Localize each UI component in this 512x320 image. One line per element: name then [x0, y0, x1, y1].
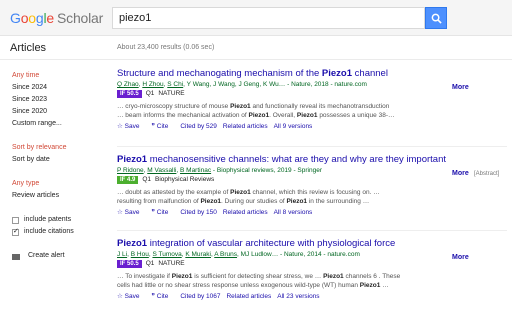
author-link[interactable]: S Tumova [152, 251, 181, 258]
create-alert-link[interactable]: Create alert [28, 252, 65, 259]
subheader-bar [0, 36, 512, 60]
header-bar: Google Scholar piezo1 [0, 0, 512, 36]
journal-meta: IF 50.5 Q1 NATURE [117, 260, 507, 270]
journal-name: NATURE [158, 90, 185, 97]
journal-meta: IF 50.5 Q1 NATURE [117, 90, 507, 100]
divider [117, 146, 507, 147]
author-link[interactable]: J Li [117, 251, 127, 258]
result-title[interactable]: Piezo1 mechanosensitive channels: what a… [117, 154, 507, 165]
result-title[interactable]: Structure and mechanogating mechanism of… [117, 68, 507, 79]
author-link[interactable]: H Zhou [142, 81, 163, 88]
logo-google: Google [10, 10, 54, 26]
sort-by-date[interactable]: Sort by date [12, 156, 50, 163]
result-authors: P Ridone, M Vassalli, B Martinac - Bioph… [117, 167, 323, 174]
result-authors: Q Zhao, H Zhou, S Chi, Y Wang, J Wang, J… [117, 81, 367, 88]
author-link[interactable]: B Martinac [180, 167, 211, 174]
logo-scholar: Scholar [57, 10, 104, 26]
impact-factor-badge: IF 4.9 [117, 176, 139, 184]
quartile-label: Q1 [145, 90, 155, 97]
result-title[interactable]: Piezo1 integration of vascular architect… [117, 238, 507, 249]
related-articles-link[interactable]: Related articles [223, 123, 268, 130]
result-snippet: … To investigate if Piezo1 is sufficient… [117, 273, 401, 289]
result-item: Piezo1 integration of vascular architect… [117, 238, 507, 300]
filter-review-articles[interactable]: Review articles [12, 192, 59, 199]
include-patents-label: include patents [24, 216, 72, 223]
include-citations-label: include citations [24, 228, 74, 235]
author-link[interactable]: B Hou [131, 251, 149, 258]
filter-since-2023[interactable]: Since 2023 [12, 96, 47, 103]
journal-name: Biophysical Reviews [155, 176, 215, 183]
more-button[interactable]: More [452, 84, 469, 91]
cited-by-link[interactable]: Cited by 1067 [180, 293, 220, 300]
quartile-label: Q1 [145, 260, 155, 267]
search-input[interactable]: piezo1 [112, 7, 425, 29]
divider [117, 230, 507, 231]
cited-by-link[interactable]: Cited by 150 [180, 209, 217, 216]
cited-by-link[interactable]: Cited by 529 [180, 123, 217, 130]
result-item: Structure and mechanogating mechanism of… [117, 68, 507, 130]
result-actions: ☆ Save ❞ Cite Cited by 150 Related articles… [117, 208, 507, 216]
result-item: Piezo1 mechanosensitive channels: what a… [117, 154, 507, 216]
author-link[interactable]: S Chi [167, 81, 183, 88]
search-icon [431, 13, 442, 24]
filter-custom-range[interactable]: Custom range... [12, 120, 62, 127]
author-link[interactable]: M Vassalli [147, 167, 176, 174]
journal-name: NATURE [158, 260, 185, 267]
all-versions-link[interactable]: All 9 versions [274, 123, 313, 130]
impact-factor-badge: IF 50.5 [117, 260, 142, 268]
result-actions: ☆ Save ❞ Cite Cited by 1067 Related article… [117, 292, 507, 300]
more-button[interactable]: More [452, 254, 469, 261]
result-actions: ☆ Save ❞ Cite Cited by 529 Related articles… [117, 122, 507, 130]
cite-button[interactable]: ❞ Cite [151, 123, 174, 130]
articles-heading: Articles [10, 42, 47, 54]
related-articles-link[interactable]: Related articles [223, 209, 268, 216]
filter-since-2024[interactable]: Since 2024 [12, 84, 47, 91]
save-button[interactable]: ☆ Save [117, 293, 145, 300]
all-versions-link[interactable]: All 23 versions [277, 293, 319, 300]
save-button[interactable]: ☆ Save [117, 209, 145, 216]
cite-button[interactable]: ❞ Cite [151, 209, 174, 216]
include-patents-checkbox[interactable] [12, 217, 19, 224]
sort-by-relevance[interactable]: Sort by relevance [12, 144, 66, 151]
save-button[interactable]: ☆ Save [117, 123, 145, 130]
journal-meta: IF 4.9 Q1 Biophysical Reviews [117, 176, 507, 186]
results-count: About 23,400 results (0.06 sec) [117, 44, 215, 51]
google-scholar-logo[interactable]: Google Scholar [10, 10, 103, 26]
quartile-label: Q1 [142, 176, 152, 183]
filter-any-type[interactable]: Any type [12, 180, 39, 187]
cite-button[interactable]: ❞ Cite [151, 293, 174, 300]
related-articles-link[interactable]: Related articles [226, 293, 271, 300]
author-link[interactable]: K Muraki [185, 251, 211, 258]
impact-factor-badge: IF 50.5 [117, 90, 142, 98]
author-link[interactable]: P Ridone [117, 167, 144, 174]
abstract-label: [Abstract] [474, 171, 500, 177]
more-button[interactable]: More [452, 170, 469, 177]
mail-icon [12, 254, 20, 260]
result-snippet: … cryo-microscopy structure of mouse Pie… [117, 103, 395, 119]
result-snippet: … doubt as attested by the example of Pi… [117, 189, 380, 205]
all-versions-link[interactable]: All 8 versions [274, 209, 313, 216]
search-button[interactable] [425, 7, 447, 29]
author-link[interactable]: A Bruns [214, 251, 237, 258]
result-authors: J Li, B Hou, S Tumova, K Muraki, A Bruns… [117, 251, 360, 258]
author-link[interactable]: Q Zhao [117, 81, 139, 88]
include-citations-checkbox[interactable] [12, 227, 19, 236]
filter-since-2020[interactable]: Since 2020 [12, 108, 47, 115]
filter-any-time[interactable]: Any time [12, 72, 39, 79]
